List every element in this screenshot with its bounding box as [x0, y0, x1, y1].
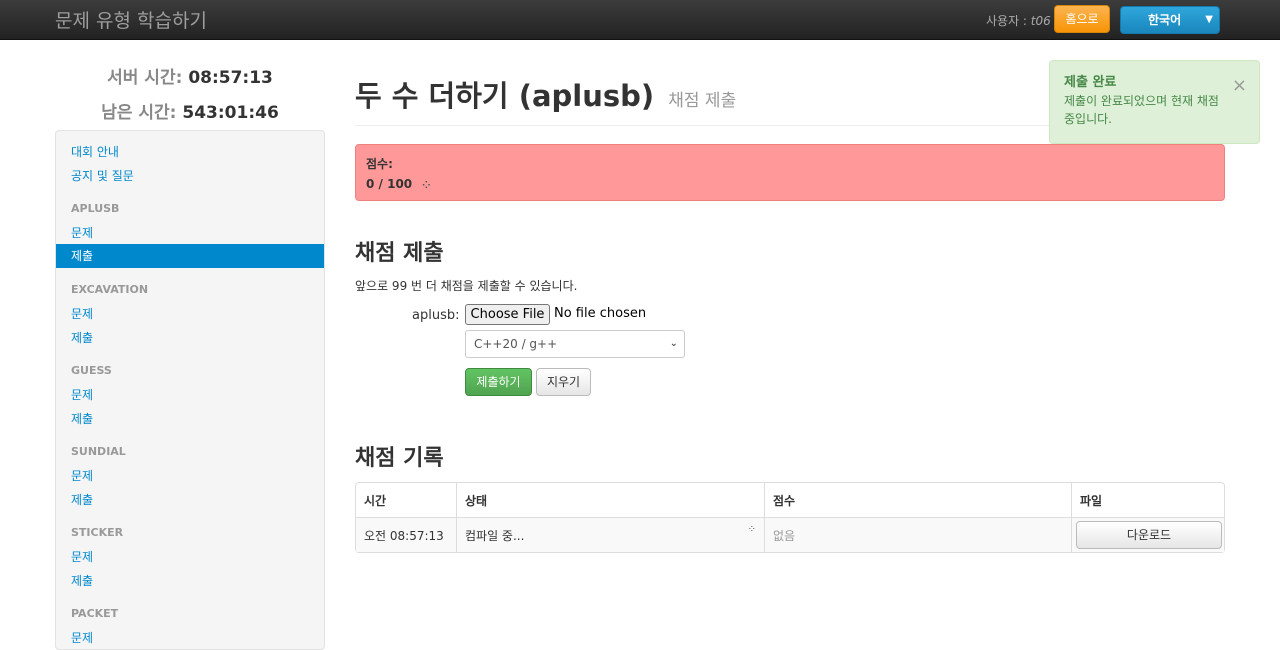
- language-dropdown-value: C++20 / g++: [474, 337, 558, 351]
- clear-button[interactable]: 지우기: [536, 368, 591, 396]
- score-alert: 점수: 0 / 100 ⁘: [355, 144, 1225, 201]
- sidebar-item-packet-problem[interactable]: 문제: [71, 629, 93, 646]
- user-name: t06: [1030, 14, 1051, 28]
- submit-button[interactable]: 제출하기: [465, 368, 532, 396]
- remaining-time-value: 543:01:46: [182, 103, 279, 123]
- submit-heading: 채점 제출: [355, 241, 444, 266]
- download-button[interactable]: 다운로드: [1076, 521, 1222, 549]
- loading-spinner-icon: ⁘: [747, 524, 756, 535]
- sidebar-item-sticker-submit[interactable]: 제출: [71, 572, 93, 589]
- sidebar-header-excavation: EXCAVATION: [71, 283, 149, 296]
- sidebar-item-sundial-problem[interactable]: 문제: [71, 467, 93, 484]
- page-subtitle: 채점 제출: [668, 91, 737, 111]
- sidebar-item-announcements[interactable]: 공지 및 질문: [71, 167, 134, 184]
- sidebar-item-aplusb-submit[interactable]: 제출: [56, 244, 324, 268]
- server-time-value: 08:57:13: [188, 68, 273, 88]
- sidebar-item-guess-problem[interactable]: 문제: [71, 386, 93, 403]
- score-value-row: 0 / 100 ⁘: [366, 177, 1214, 191]
- sidebar-item-aplusb-problem[interactable]: 문제: [71, 224, 93, 241]
- remaining-time-label: 남은 시간:: [101, 103, 177, 123]
- language-select-label: 한국어: [1148, 13, 1182, 27]
- file-field-label: aplusb:: [412, 308, 460, 323]
- sidebar-item-excavation-problem[interactable]: 문제: [71, 305, 93, 322]
- brand-title[interactable]: 문제 유형 학습하기: [55, 6, 207, 33]
- cell-file: 다운로드: [1071, 518, 1224, 552]
- close-icon[interactable]: ×: [1232, 75, 1247, 96]
- submission-toast: 제출 완료 제출이 완료되었으며 현재 채점 중입니다. ×: [1049, 60, 1260, 144]
- language-dropdown[interactable]: C++20 / g++ ⌄: [465, 330, 685, 358]
- choose-file-button[interactable]: Choose File: [465, 304, 550, 325]
- loading-spinner-icon: ⁘: [422, 180, 431, 191]
- sidebar-header-aplusb: APLUSB: [71, 202, 120, 215]
- sidebar-item-sundial-submit[interactable]: 제출: [71, 491, 93, 508]
- history-heading: 채점 기록: [355, 446, 444, 471]
- sidebar-item-guess-submit[interactable]: 제출: [71, 410, 93, 427]
- page-title: 두 수 더하기 (aplusb) 채점 제출: [355, 73, 736, 115]
- user-info: 사용자 : t06: [986, 12, 1051, 29]
- table-row: 오전 08:57:13 컴파일 중... ⁘ 없음 다운로드: [356, 518, 1224, 552]
- user-label: 사용자 :: [986, 14, 1031, 28]
- sidebar-header-guess: GUESS: [71, 364, 112, 377]
- score-value: 0 / 100: [366, 177, 413, 191]
- column-header-time: 시간: [356, 483, 456, 518]
- language-select[interactable]: 한국어 ▼: [1120, 6, 1220, 34]
- sidebar-nav: 대회 안내 공지 및 질문 APLUSB 문제 제출 EXCAVATION 문제…: [55, 130, 325, 650]
- remaining-submissions: 앞으로 99 번 더 채점을 제출할 수 있습니다.: [355, 279, 578, 293]
- status-text: 컴파일 중...: [465, 528, 525, 543]
- submission-history-table: 시간 상태 점수 파일 오전 08:57:13 컴파일 중... ⁘ 없음 다운로…: [355, 482, 1225, 553]
- column-header-status: 상태: [456, 483, 764, 518]
- remaining-time: 남은 시간: 543:01:46: [55, 98, 325, 123]
- cell-time: 오전 08:57:13: [356, 518, 456, 552]
- toast-message: 제출이 완료되었으며 현재 채점 중입니다.: [1064, 94, 1219, 126]
- server-time: 서버 시간: 08:57:13: [55, 63, 325, 88]
- sidebar-item-contest-info[interactable]: 대회 안내: [71, 143, 119, 160]
- column-header-score: 점수: [764, 483, 1071, 518]
- toast-title: 제출 완료: [1064, 75, 1117, 90]
- cell-score: 없음: [764, 518, 1071, 552]
- top-navbar: 문제 유형 학습하기 사용자 : t06 홈으로 한국어 ▼: [0, 0, 1280, 40]
- home-button[interactable]: 홈으로: [1054, 5, 1110, 33]
- column-header-file: 파일: [1071, 483, 1224, 518]
- sidebar-item-excavation-submit[interactable]: 제출: [71, 329, 93, 346]
- sidebar-header-sundial: SUNDIAL: [71, 445, 126, 458]
- cell-status: 컴파일 중... ⁘: [456, 518, 764, 552]
- chevron-down-icon: ▼: [1205, 14, 1213, 25]
- chevron-down-icon: ⌄: [669, 338, 678, 349]
- sidebar-item-sticker-problem[interactable]: 문제: [71, 548, 93, 565]
- page-title-text: 두 수 더하기 (aplusb): [355, 79, 655, 113]
- sidebar-header-sticker: STICKER: [71, 526, 124, 539]
- score-label: 점수:: [366, 157, 393, 171]
- server-time-label: 서버 시간:: [107, 68, 183, 88]
- sidebar-header-packet: PACKET: [71, 607, 119, 620]
- file-status: No file chosen: [554, 306, 647, 321]
- table-header-row: 시간 상태 점수 파일: [356, 483, 1224, 518]
